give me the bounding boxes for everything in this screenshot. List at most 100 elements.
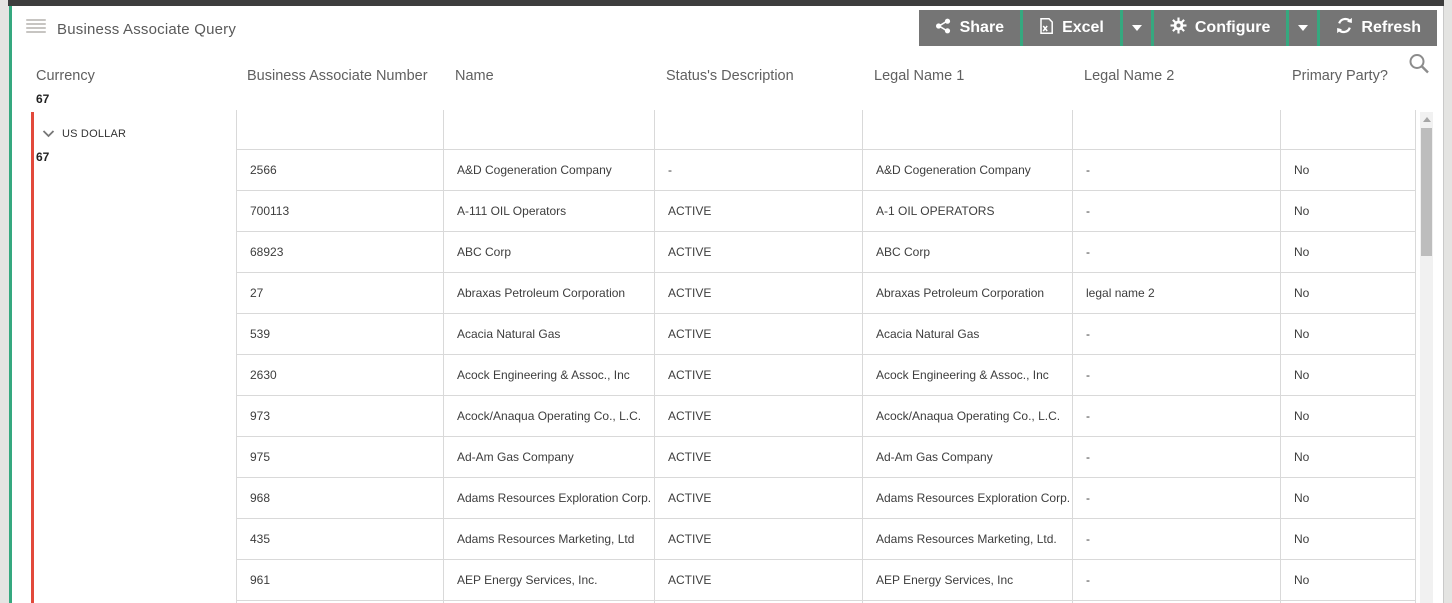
table-cell: 435: [236, 519, 444, 560]
column-header[interactable]: Primary Party?: [1281, 68, 1416, 84]
table-cell: -: [1073, 191, 1281, 232]
table-cell: -: [1073, 478, 1281, 519]
table-cell: 68923: [236, 232, 444, 273]
table-cell: No: [1281, 437, 1416, 478]
table-cell: ACTIVE: [655, 191, 863, 232]
table-cell: No: [1281, 355, 1416, 396]
table-row[interactable]: 68923ABC CorpACTIVEABC Corp-No: [236, 232, 1416, 273]
table-cell[interactable]: [1281, 110, 1416, 150]
table-cell: AEP Energy Services, Inc: [863, 560, 1073, 601]
chevron-down-icon: [1298, 25, 1308, 31]
table-cell: No: [1281, 560, 1416, 601]
table-cell: Acock Engineering & Assoc., Inc: [444, 355, 655, 396]
scrollbar-thumb[interactable]: [1421, 128, 1432, 256]
table-cell: Acock/Anaqua Operating Co., L.C.: [863, 396, 1073, 437]
chevron-down-icon: [1132, 25, 1142, 31]
table-cell: Adams Resources Marketing, Ltd.: [863, 519, 1073, 560]
share-button-label: Share: [960, 19, 1004, 37]
table-cell[interactable]: [236, 110, 444, 150]
table-cell: No: [1281, 314, 1416, 355]
refresh-icon: [1336, 17, 1353, 39]
table-cell: 961: [236, 560, 444, 601]
table: 2566A&D Cogeneration Company-A&D Cogener…: [236, 110, 1416, 603]
table-cell: No: [1281, 191, 1416, 232]
table-cell: ACTIVE: [655, 519, 863, 560]
table-cell: -: [1073, 232, 1281, 273]
scroll-up-arrow-icon[interactable]: [1420, 112, 1433, 127]
column-header[interactable]: Name: [444, 68, 655, 84]
table-cell: A-111 OIL Operators: [444, 191, 655, 232]
table-cell: 2630: [236, 355, 444, 396]
table-cell: AEP Energy Services, Inc.: [444, 560, 655, 601]
table-row[interactable]: 27Abraxas Petroleum CorporationACTIVEAbr…: [236, 273, 1416, 314]
table-column-headers: Business Associate NumberNameStatus's De…: [236, 68, 1416, 84]
table-cell: No: [1281, 150, 1416, 191]
table-cell: 968: [236, 478, 444, 519]
table-cell: No: [1281, 519, 1416, 560]
table-cell: No: [1281, 396, 1416, 437]
table-cell: 539: [236, 314, 444, 355]
table-cell: ACTIVE: [655, 232, 863, 273]
table-cell: -: [1073, 519, 1281, 560]
share-button[interactable]: Share: [919, 10, 1020, 46]
table-cell: No: [1281, 273, 1416, 314]
table-cell: ACTIVE: [655, 355, 863, 396]
table-cell[interactable]: [444, 110, 655, 150]
table-cell: legal name 2: [1073, 273, 1281, 314]
currency-panel-header: Currency: [36, 68, 95, 84]
table-row[interactable]: 973Acock/Anaqua Operating Co., L.C.ACTIV…: [236, 396, 1416, 437]
column-header[interactable]: Legal Name 2: [1073, 68, 1281, 84]
table-row[interactable]: 2566A&D Cogeneration Company-A&D Cogener…: [236, 150, 1416, 191]
refresh-button-label: Refresh: [1361, 19, 1421, 37]
table-cell: -: [1073, 396, 1281, 437]
vertical-scrollbar[interactable]: [1420, 112, 1433, 603]
table-cell: Ad-Am Gas Company: [444, 437, 655, 478]
excel-button[interactable]: Excel: [1023, 10, 1120, 46]
excel-button-label: Excel: [1062, 19, 1104, 37]
table-cell: Abraxas Petroleum Corporation: [444, 273, 655, 314]
table-cell: ACTIVE: [655, 396, 863, 437]
table-cell: Abraxas Petroleum Corporation: [863, 273, 1073, 314]
table-cell: Adams Resources Exploration Corp.: [863, 478, 1073, 519]
currency-group: US DOLLAR 67: [31, 112, 221, 603]
table-cell[interactable]: [863, 110, 1073, 150]
filter-row[interactable]: [236, 110, 1416, 150]
table-cell: 700113: [236, 191, 444, 232]
chevron-down-icon: [42, 125, 55, 143]
currency-group-us-dollar[interactable]: US DOLLAR: [36, 112, 221, 143]
table-cell: Acacia Natural Gas: [863, 314, 1073, 355]
business-associate-query-panel: Business Associate Query Share: [9, 6, 1444, 603]
configure-dropdown-button[interactable]: [1289, 10, 1317, 46]
column-header[interactable]: Status's Description: [655, 68, 863, 84]
table-row[interactable]: 975Ad-Am Gas CompanyACTIVEAd-Am Gas Comp…: [236, 437, 1416, 478]
table-cell: -: [1073, 560, 1281, 601]
table-cell: No: [1281, 478, 1416, 519]
table-cell: ACTIVE: [655, 437, 863, 478]
table-cell: Acacia Natural Gas: [444, 314, 655, 355]
refresh-button[interactable]: Refresh: [1320, 10, 1437, 46]
table-cell: 2566: [236, 150, 444, 191]
table-cell: -: [1073, 150, 1281, 191]
configure-button[interactable]: Configure: [1154, 10, 1287, 46]
currency-group-label: US DOLLAR: [62, 128, 126, 140]
table-cell: ACTIVE: [655, 478, 863, 519]
table-cell: 27: [236, 273, 444, 314]
table-cell: No: [1281, 232, 1416, 273]
table-cell: -: [1073, 437, 1281, 478]
column-header[interactable]: Business Associate Number: [236, 68, 444, 84]
table-cell: ABC Corp: [444, 232, 655, 273]
table-row[interactable]: 2630Acock Engineering & Assoc., IncACTIV…: [236, 355, 1416, 396]
page-title: Business Associate Query: [57, 21, 236, 38]
table-row[interactable]: 700113A-111 OIL OperatorsACTIVEA-1 OIL O…: [236, 191, 1416, 232]
table-cell[interactable]: [1073, 110, 1281, 150]
table-row[interactable]: 539Acacia Natural GasACTIVEAcacia Natura…: [236, 314, 1416, 355]
table-row[interactable]: 968 Adams Resources Exploration Corp.ACTI…: [236, 478, 1416, 519]
table-cell[interactable]: [655, 110, 863, 150]
table-cell: ACTIVE: [655, 314, 863, 355]
excel-dropdown-button[interactable]: [1123, 10, 1151, 46]
menu-icon[interactable]: [26, 19, 46, 34]
table-row[interactable]: 961AEP Energy Services, Inc.ACTIVEAEP En…: [236, 560, 1416, 601]
column-header[interactable]: Legal Name 1: [863, 68, 1073, 84]
table-row[interactable]: 435Adams Resources Marketing, LtdACTIVEA…: [236, 519, 1416, 560]
gear-icon: [1170, 17, 1187, 39]
